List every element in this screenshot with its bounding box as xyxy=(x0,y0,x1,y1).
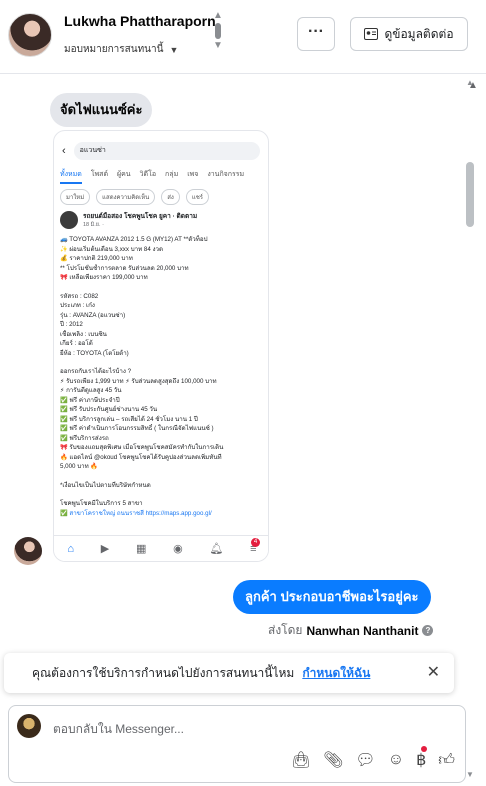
shot-chip: ส่ง xyxy=(161,189,180,205)
assign-prompt-banner: คุณต้องการใช้บริการกำหนดไปยังการสนทนานี้… xyxy=(4,653,454,693)
shot-chip: มาใหม่ xyxy=(60,189,91,205)
contact-info-button[interactable]: ดูข้อมูลติดต่อ xyxy=(350,17,468,51)
scrollbar-thumb[interactable] xyxy=(466,162,474,227)
video-icon: ▶ xyxy=(100,543,110,555)
shot-body-line: โชคพูนโชคมีในบริการ 5 สาขา xyxy=(60,500,143,507)
conversation-header: Lukwha Phattharaporn มอบหมายการสนทนานี้ … xyxy=(0,0,486,74)
assign-label: มอบหมายการสนทนานี้ xyxy=(64,44,164,55)
shot-post-header: รถยนต์มือสอง โชคพูนโชค ยูคา · ติดตาม 18 … xyxy=(60,211,197,229)
marketplace-icon: ▦ xyxy=(135,543,147,555)
shot-body-line: ⚡ การันตีดูแลสูง 45 วัน xyxy=(60,387,122,394)
shot-post-body: 🚙 TOYOTA AVANZA 2012 1.5 G (MY12) AT **ต… xyxy=(60,235,264,518)
shot-body-line: ประเภท : เก๋ง xyxy=(60,302,95,309)
contact-name[interactable]: Lukwha Phattharaporn xyxy=(64,13,216,29)
shot-body-line: เชื้อเพลิง : เบนซิน xyxy=(60,330,107,338)
back-arrow-icon: ‹ xyxy=(62,145,66,157)
shot-chip: แชร์ xyxy=(185,189,210,205)
help-icon[interactable]: ? xyxy=(422,625,434,636)
shot-body-line xyxy=(60,490,264,499)
shot-body-line: รุ่น : AVANZA (อแวนซ่า) xyxy=(60,311,126,319)
shot-body-line: ✅ ฟรี รับประกันศูนย์ช่างนาน 45 วัน xyxy=(60,406,158,413)
shot-body-line: ⚡ รับรถเพียง 1,999 บาท ⚡ รับส่วนลดสูงสุด… xyxy=(60,377,217,385)
shot-body-line: 🎀 เหลือเพียงราคา 199,000 บาท xyxy=(60,274,148,281)
shot-tab: ทั้งหมด xyxy=(60,169,82,184)
shot-body-line xyxy=(60,283,264,292)
more-options-button[interactable]: ··· xyxy=(297,17,335,51)
contact-info-label: ดูข้อมูลติดต่อ xyxy=(384,26,454,41)
scroll-up-icon[interactable]: ▲ xyxy=(466,78,474,87)
shot-search-row: ‹ อแวนซ่า xyxy=(62,141,260,161)
banner-text: คุณต้องการใช้บริการกำหนดไปยังการสนทนานี้… xyxy=(32,665,295,680)
shot-body-line xyxy=(60,472,264,481)
sent-by-prefix: ส่งโดย xyxy=(268,623,303,637)
shot-body-line: ✨ ผ่อนเริ่มต้นเดือน 3,xxx บาท 84 งวด xyxy=(60,245,164,253)
shot-body-line: ✅ สาขาโคราชใหญ่ ถนนราชสี https://maps.ap… xyxy=(60,509,212,517)
shot-chips: มาใหม่ แสดงความคิดเห็น ส่ง แชร์ xyxy=(60,189,210,205)
shot-body-line: รหัสรถ : C082 xyxy=(60,292,99,300)
shot-body-line: 🔥 แอดไลน์ @okoud โชคพูนโชคได้รับคูปองส่ว… xyxy=(60,453,222,461)
stepper-bar xyxy=(215,23,221,39)
shot-body-line: ✅ ฟรี ค่าดำเนินการโอนกรรมสิทธิ์ ( ในกรณี… xyxy=(60,425,214,432)
shot-body-line: ** โปรโมชั่นช้ำการตลาด รับส่วนลด 20,000 … xyxy=(60,264,189,272)
shot-body-line: 🎀 รับของแถมสุดพิเศษ เมื่อโชคพูนโชคสมัครท… xyxy=(60,444,224,451)
chevron-up-icon[interactable]: ▲ xyxy=(211,10,225,22)
conversation-stepper[interactable]: ▲ ▼ xyxy=(211,10,225,58)
composer-tools: 👜︎ 📎︎ 💬︎ ☺ ฿ 👍︎ xyxy=(291,750,455,770)
shot-tab: งานกิจกรรม xyxy=(207,171,245,178)
shot-body-line: ✅ ฟรีบริการส่งรถ xyxy=(60,434,109,442)
shot-body-line: ออกรถกับเราได้อะไรบ้าง ? xyxy=(60,368,132,375)
shot-bottom-nav: ⌂ ▶ ▦ ◉ 🔔︎ ≡ 4 xyxy=(54,535,268,561)
shot-body-line: ✅ ฟรี ค่าภาษีประจำปี xyxy=(60,396,120,404)
sent-by-line: ส่งโดย Nanwhan Nanthanit ? xyxy=(268,621,434,640)
thumbs-up-icon[interactable]: 👍︎ xyxy=(438,751,455,770)
emoji-icon[interactable]: ☺ xyxy=(388,751,404,769)
shot-post-author: รถยนต์มือสอง โชคพูนโชค ยูคา · ติดตาม xyxy=(83,213,198,220)
profile-icon: ◉ xyxy=(173,543,183,555)
reply-input[interactable]: ตอบกลับใน Messenger... xyxy=(53,720,184,739)
close-icon[interactable]: ✕ xyxy=(427,662,440,682)
shot-body-line: เกียร์ : ออโต้ xyxy=(60,340,93,347)
shot-body-line: ✅ ฟรี บริการลูกเล่น – รถเสียได้ 24 ชั่วโ… xyxy=(60,415,198,423)
shot-post-date: 18 มิ.ย. · xyxy=(83,222,104,228)
outgoing-message: ลูกค้า ประกอบอาชีพอะไรอยู่คะ xyxy=(233,580,431,614)
chevron-down-icon[interactable]: ▼ xyxy=(211,40,225,52)
shopping-bag-icon[interactable]: 👜︎ xyxy=(291,750,311,770)
scroll-down-icon[interactable]: ▼ xyxy=(466,770,474,779)
incoming-message: จัดไฟแนนซ์ค่ะ xyxy=(50,93,153,127)
home-icon: ⌂ xyxy=(67,542,75,555)
shot-tab: ผู้คน xyxy=(117,171,131,178)
shot-tab: เพจ xyxy=(187,171,199,178)
shot-body-line: *เงื่อนไขเป็นไปตามที่บริษัทกำหนด xyxy=(60,481,151,489)
shot-body-line: 5,000 บาท 🔥 xyxy=(60,463,99,470)
shot-tab: โพสต์ xyxy=(90,171,109,178)
shot-body-line: 💰 ราคาปกติ 219,000 บาท xyxy=(60,255,133,262)
message-composer: ตอบกลับใน Messenger... 👜︎ 📎︎ 💬︎ ☺ ฿ 👍︎ xyxy=(8,705,466,783)
shot-tab: กลุ่ม xyxy=(165,171,179,178)
shared-image[interactable]: ‹ อแวนซ่า ทั้งหมด โพสต์ ผู้คน วิดีโอ กลุ… xyxy=(53,130,269,562)
sent-by-name: Nanwhan Nanthanit xyxy=(306,623,419,638)
shot-chip: แสดงความคิดเห็น xyxy=(96,189,156,205)
bell-icon: 🔔︎ xyxy=(209,543,224,555)
saved-replies-icon[interactable]: 💬︎ xyxy=(355,750,375,770)
page-avatar xyxy=(17,714,41,738)
shot-body-line: 🚙 TOYOTA AVANZA 2012 1.5 G (MY12) AT **ต… xyxy=(60,236,208,243)
contact-card-icon xyxy=(364,28,379,40)
assign-dropdown[interactable]: มอบหมายการสนทนานี้ ▼ xyxy=(64,42,178,57)
shot-tabs: ทั้งหมด โพสต์ ผู้คน วิดีโอ กลุ่ม เพจ งาน… xyxy=(60,169,244,184)
shot-tab: วิดีโอ xyxy=(139,171,157,178)
shot-page-avatar xyxy=(60,211,78,229)
attachment-icon[interactable]: 📎︎ xyxy=(323,750,343,770)
shot-body-line xyxy=(60,358,264,367)
baht-icon[interactable]: ฿ xyxy=(416,750,426,770)
notification-badge: 4 xyxy=(251,538,260,547)
shot-body-line: ยี่ห้อ : TOYOTA (โตโยต้า) xyxy=(60,349,129,357)
assign-to-me-link[interactable]: กำหนดให้ฉัน xyxy=(302,664,370,683)
sender-avatar xyxy=(14,537,42,565)
shot-search-field: อแวนซ่า xyxy=(73,142,260,160)
contact-avatar[interactable] xyxy=(8,13,52,57)
shot-body-line: ปี : 2012 xyxy=(60,321,83,328)
chevron-down-icon: ▼ xyxy=(169,44,179,55)
